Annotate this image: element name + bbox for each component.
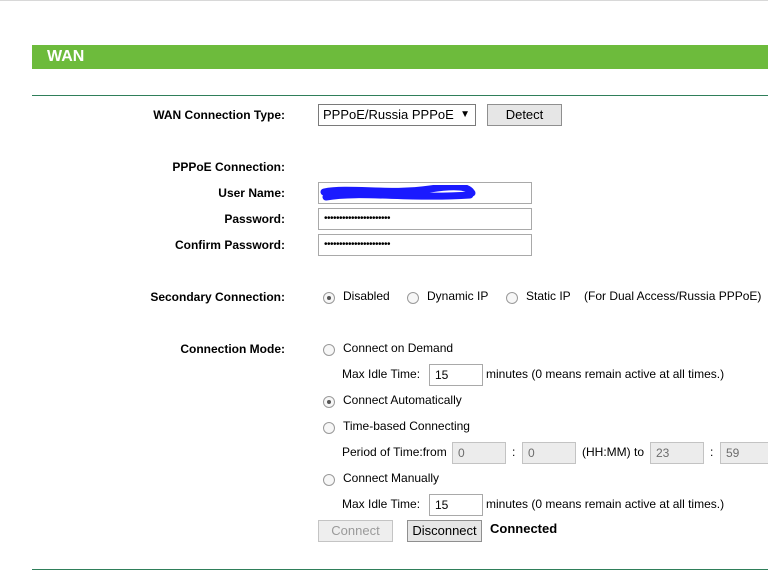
secondary-disabled-radio[interactable] [323, 292, 335, 304]
disconnect-button[interactable]: Disconnect [407, 520, 482, 542]
password-input[interactable]: •••••••••••••••••••••• [318, 208, 532, 230]
max-idle-time-label-2: Max Idle Time: [342, 497, 421, 511]
secondary-dynamic-ip-label: Dynamic IP [427, 289, 489, 303]
period-from-hour-input[interactable]: 0 [452, 442, 506, 464]
period-of-time-label: Period of Time:from [342, 445, 447, 459]
max-idle-time-suffix-2: minutes (0 means remain active at all ti… [486, 497, 725, 511]
connection-mode-label: Connection Mode: [180, 342, 285, 356]
time-based-connecting-label: Time-based Connecting [343, 419, 470, 433]
secondary-static-ip-radio[interactable] [506, 292, 518, 304]
secondary-connection-label: Secondary Connection: [150, 290, 285, 304]
redaction-scribble [320, 185, 476, 201]
period-to-minute-input[interactable]: 59 [720, 442, 768, 464]
password-label: Password: [224, 212, 285, 226]
wan-type-select[interactable]: PPPoE/Russia PPPoE ▼ [318, 104, 476, 126]
secondary-dynamic-ip-radio[interactable] [407, 292, 419, 304]
wan-type-value: PPPoE/Russia PPPoE [323, 107, 454, 122]
top-divider [32, 95, 768, 96]
section-banner: WAN [32, 45, 768, 69]
username-label: User Name: [218, 186, 285, 200]
pppoe-heading: PPPoE Connection: [172, 160, 285, 174]
bottom-divider [32, 569, 768, 570]
connect-on-demand-label: Connect on Demand [343, 341, 454, 355]
confirm-password-label: Confirm Password: [174, 238, 285, 252]
detect-button[interactable]: Detect [487, 104, 562, 126]
connect-on-demand-radio[interactable] [323, 344, 335, 356]
secondary-static-ip-label: Static IP [526, 289, 571, 303]
wan-type-label: WAN Connection Type: [153, 108, 285, 122]
secondary-note: (For Dual Access/Russia PPPoE) [584, 289, 762, 303]
time-based-connecting-radio[interactable] [323, 422, 335, 434]
secondary-disabled-label: Disabled [343, 289, 390, 303]
max-idle-time-input-2[interactable]: 15 [429, 494, 483, 516]
connect-manually-label: Connect Manually [343, 471, 440, 485]
connect-button[interactable]: Connect [318, 520, 393, 542]
period-from-separator: : [512, 445, 516, 459]
period-to-separator: : [710, 445, 714, 459]
connect-automatically-label: Connect Automatically [343, 393, 462, 407]
dropdown-arrow-icon: ▼ [460, 109, 470, 120]
connect-manually-radio[interactable] [323, 474, 335, 486]
connection-status: Connected [490, 521, 558, 536]
top-border [0, 0, 768, 1]
period-from-minute-input[interactable]: 0 [522, 442, 576, 464]
max-idle-time-label-1: Max Idle Time: [342, 367, 421, 381]
period-to-hour-input[interactable]: 23 [650, 442, 704, 464]
confirm-password-input[interactable]: •••••••••••••••••••••• [318, 234, 532, 256]
max-idle-time-suffix-1: minutes (0 means remain active at all ti… [486, 367, 725, 381]
section-title: WAN [47, 48, 85, 65]
max-idle-time-input-1[interactable]: 15 [429, 364, 483, 386]
period-format-to-label: (HH:MM) to [582, 445, 644, 459]
connect-automatically-radio[interactable] [323, 396, 335, 408]
